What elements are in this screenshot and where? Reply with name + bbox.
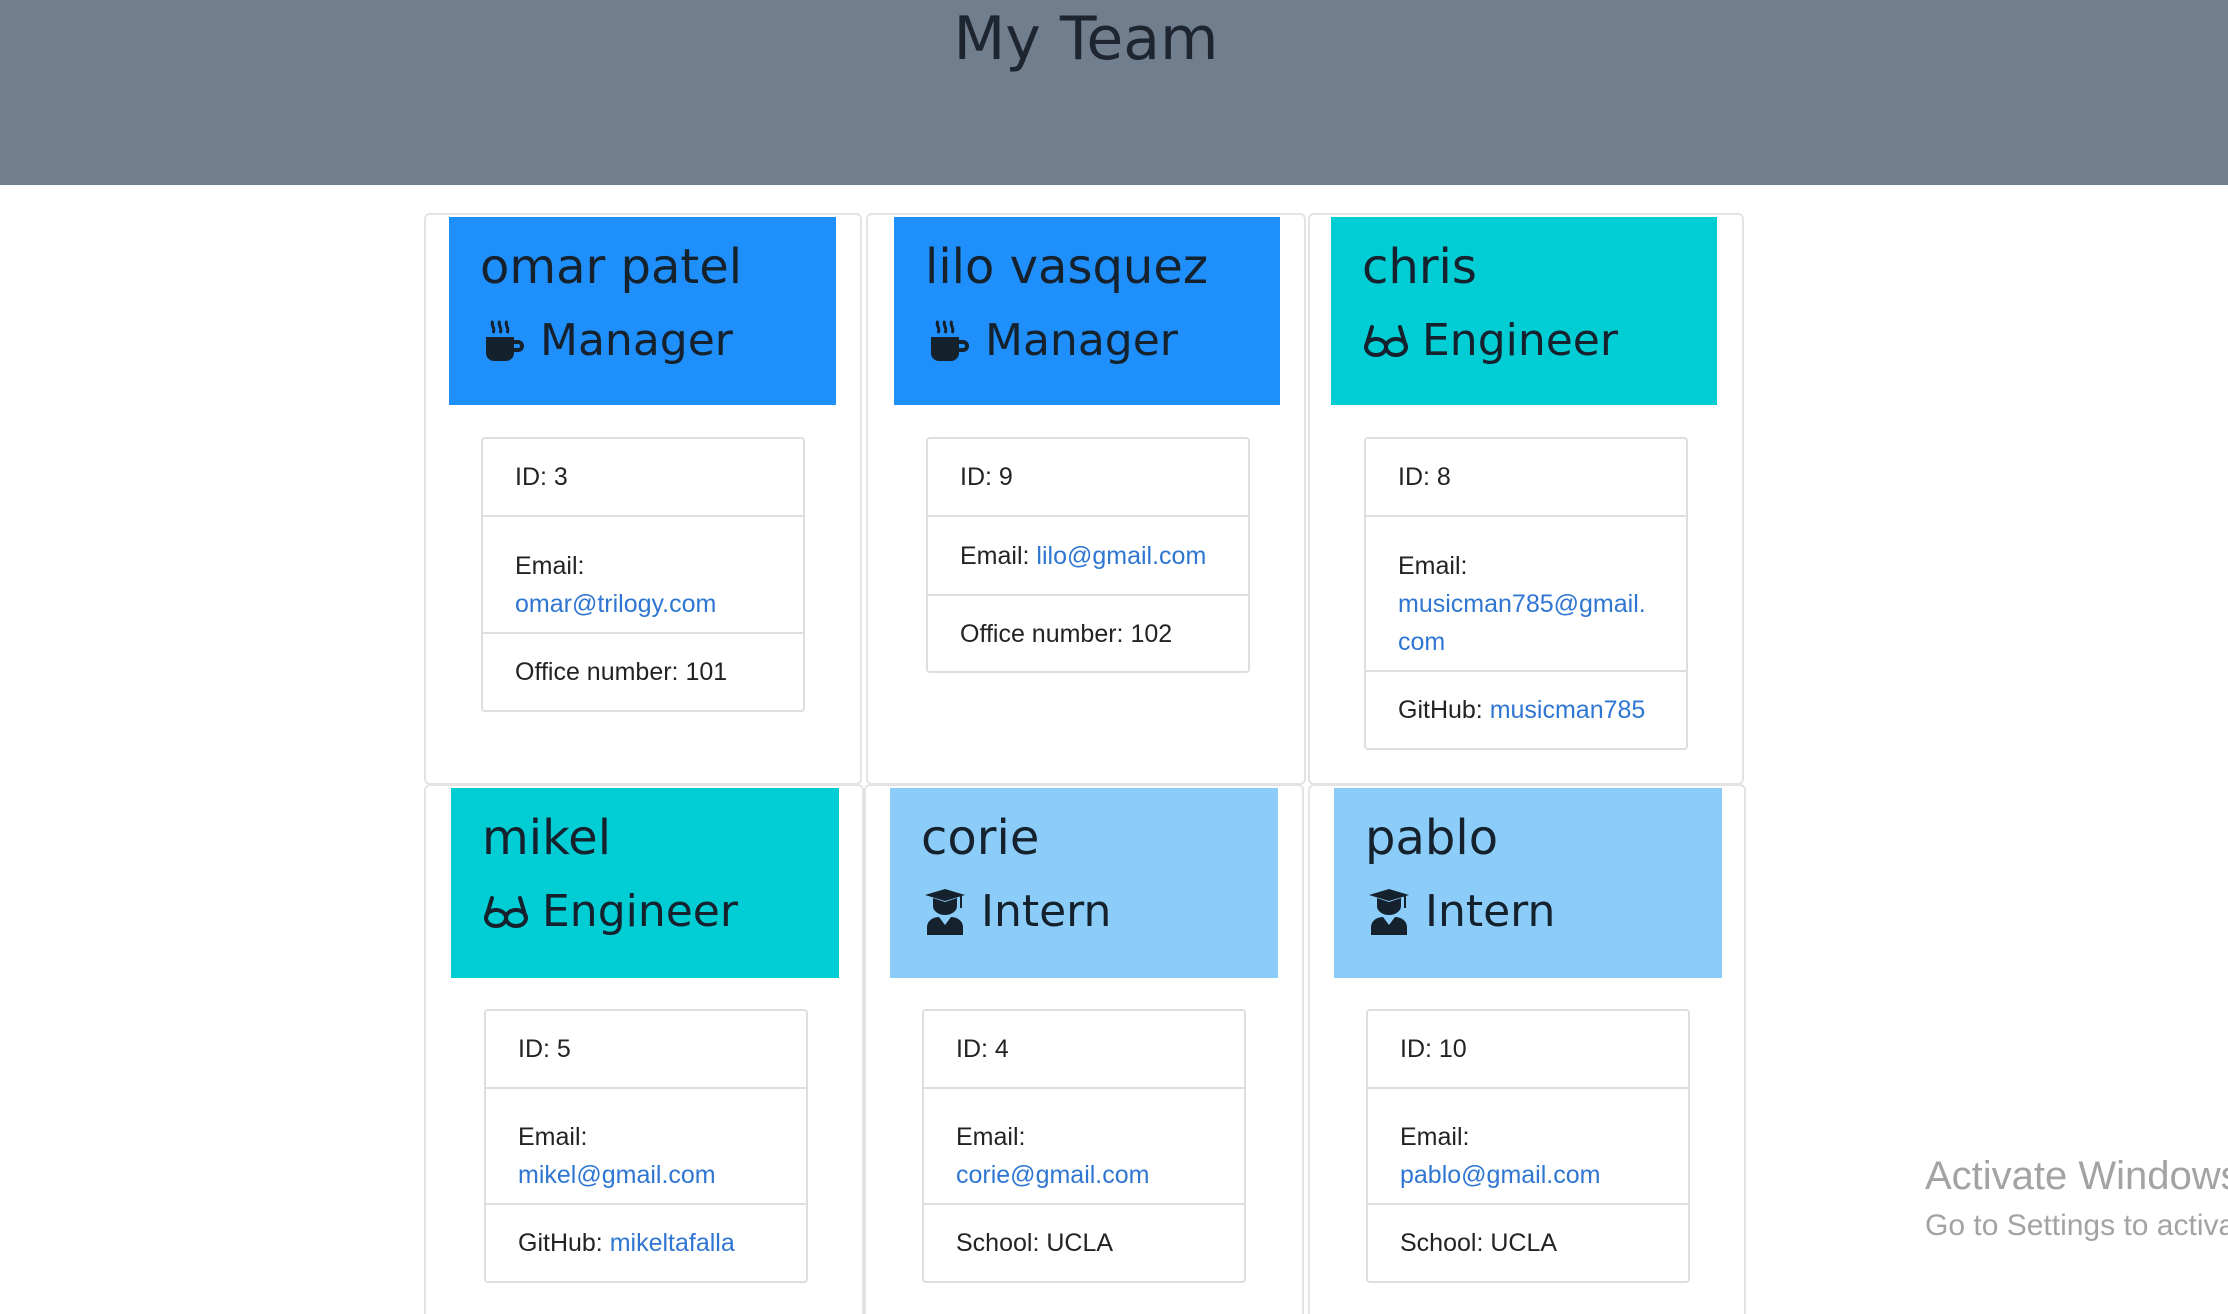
employee-role: Intern bbox=[1365, 884, 1555, 940]
email-link[interactable]: omar@trilogy.com bbox=[515, 585, 771, 623]
email-label: Email: bbox=[1400, 1123, 1477, 1151]
email-item: Email: mikel@gmail.com bbox=[486, 1089, 806, 1205]
id-text: ID: 4 bbox=[956, 1035, 1009, 1063]
school-text: School: UCLA bbox=[1400, 1229, 1558, 1257]
details-list: ID: 4 Email: corie@gmail.com School: UCL… bbox=[922, 1009, 1246, 1283]
id-text: ID: 3 bbox=[515, 463, 568, 491]
employee-name: mikel bbox=[482, 810, 612, 866]
team-card-column: chris Engineer ID: 8 Email: musicman785@… bbox=[1308, 213, 1744, 785]
id-text: ID: 5 bbox=[518, 1035, 571, 1063]
watermark-subtitle: Go to Settings to activate Windows. bbox=[1925, 1209, 2228, 1242]
employee-role: Intern bbox=[921, 884, 1111, 940]
email-link[interactable]: musicman785@gmail.com bbox=[1398, 585, 1654, 661]
employee-name: pablo bbox=[1365, 810, 1499, 866]
employee-name: lilo vasquez bbox=[925, 239, 1209, 295]
github-label: GitHub: bbox=[518, 1229, 610, 1257]
office-number-item: Office number: 101 bbox=[483, 634, 803, 710]
coffee-icon bbox=[931, 320, 969, 361]
github-link[interactable]: musicman785 bbox=[1490, 691, 1646, 729]
email-link[interactable]: lilo@gmail.com bbox=[1036, 537, 1206, 575]
id-item: ID: 9 bbox=[928, 439, 1248, 517]
glasses-icon bbox=[1363, 325, 1409, 357]
role-label: Manager bbox=[985, 315, 1178, 366]
watermark-title: Activate Windows bbox=[1925, 1154, 2228, 1198]
email-item: Email: lilo@gmail.com bbox=[928, 517, 1248, 596]
page: My Team omar patel Manager ID: 3 Email: … bbox=[0, 0, 2228, 1314]
employee-name: chris bbox=[1362, 239, 1477, 295]
card-header: corie Intern bbox=[890, 788, 1278, 978]
employee-name: omar patel bbox=[480, 239, 743, 295]
email-label: Email: bbox=[956, 1123, 1033, 1151]
id-item: ID: 10 bbox=[1368, 1011, 1688, 1089]
id-item: ID: 4 bbox=[924, 1011, 1244, 1089]
role-label: Engineer bbox=[542, 886, 738, 937]
card-header: mikel Engineer bbox=[451, 788, 839, 978]
id-text: ID: 10 bbox=[1400, 1035, 1467, 1063]
email-label: Email: bbox=[1398, 551, 1475, 580]
card-header: omar patel Manager bbox=[449, 217, 836, 405]
details-list: ID: 5 Email: mikel@gmail.com GitHub: mik… bbox=[484, 1009, 808, 1283]
email-label: Email: bbox=[515, 551, 592, 580]
card-header: chris Engineer bbox=[1331, 217, 1717, 405]
role-label: Manager bbox=[540, 315, 733, 366]
team-card-column: lilo vasquez Manager ID: 9 Email: lilo@g… bbox=[866, 213, 1306, 785]
email-item: Email: omar@trilogy.com bbox=[483, 517, 803, 634]
role-label: Intern bbox=[981, 886, 1112, 937]
email-item: Email: musicman785@gmail.com bbox=[1366, 517, 1686, 672]
team-card-column: mikel Engineer ID: 5 Email: mikel@gmail.… bbox=[424, 784, 864, 1314]
page-title: My Team bbox=[953, 4, 1219, 74]
id-text: ID: 9 bbox=[960, 463, 1013, 491]
details-list: ID: 10 Email: pablo@gmail.com School: UC… bbox=[1366, 1009, 1690, 1283]
card-header: lilo vasquez Manager bbox=[894, 217, 1280, 405]
email-link[interactable]: mikel@gmail.com bbox=[518, 1156, 774, 1194]
glasses-icon bbox=[483, 896, 529, 928]
role-label: Engineer bbox=[1422, 315, 1618, 366]
github-link[interactable]: mikeltafalla bbox=[610, 1224, 735, 1262]
id-item: ID: 3 bbox=[483, 439, 803, 517]
details-list: ID: 3 Email: omar@trilogy.com Office num… bbox=[481, 437, 805, 712]
office-number-item: Office number: 102 bbox=[928, 596, 1248, 671]
school-item: School: UCLA bbox=[924, 1205, 1244, 1281]
team-card-column: omar patel Manager ID: 3 Email: omar@tri… bbox=[424, 213, 862, 785]
school-text: School: UCLA bbox=[956, 1229, 1114, 1257]
github-item: GitHub: mikeltafalla bbox=[486, 1205, 806, 1281]
team-card-column: corie Intern ID: 4 Email: corie@gmail.co… bbox=[864, 784, 1304, 1314]
coffee-icon bbox=[486, 320, 524, 361]
employee-role: Engineer bbox=[482, 884, 738, 940]
school-item: School: UCLA bbox=[1368, 1205, 1688, 1281]
details-list: ID: 9 Email: lilo@gmail.com Office numbe… bbox=[926, 437, 1250, 673]
id-item: ID: 8 bbox=[1366, 439, 1686, 517]
details-list: ID: 8 Email: musicman785@gmail.com GitHu… bbox=[1364, 437, 1688, 750]
email-link[interactable]: pablo@gmail.com bbox=[1400, 1156, 1656, 1194]
github-item: GitHub: musicman785 bbox=[1366, 672, 1686, 748]
email-item: Email: corie@gmail.com bbox=[924, 1089, 1244, 1205]
employee-role: Manager bbox=[480, 313, 733, 369]
team-card-column: pablo Intern ID: 10 Email: pablo@gmail.c… bbox=[1308, 784, 1746, 1314]
role-label: Intern bbox=[1425, 886, 1556, 937]
email-label: Email: bbox=[960, 541, 1037, 570]
office-number-text: Office number: 101 bbox=[515, 658, 728, 686]
id-item: ID: 5 bbox=[486, 1011, 806, 1089]
email-link[interactable]: corie@gmail.com bbox=[956, 1156, 1212, 1194]
card-header: pablo Intern bbox=[1334, 788, 1722, 978]
email-label: Email: bbox=[518, 1123, 595, 1151]
github-label: GitHub: bbox=[1398, 696, 1490, 724]
office-number-text: Office number: 102 bbox=[960, 619, 1173, 648]
graduate-icon bbox=[1369, 889, 1409, 935]
employee-name: corie bbox=[921, 810, 1040, 866]
employee-role: Engineer bbox=[1362, 313, 1618, 369]
activate-windows-watermark: Activate Windows Go to Settings to activ… bbox=[1925, 1148, 2228, 1246]
graduate-icon bbox=[925, 889, 965, 935]
email-item: Email: pablo@gmail.com bbox=[1368, 1089, 1688, 1205]
employee-role: Manager bbox=[925, 313, 1178, 369]
id-text: ID: 8 bbox=[1398, 463, 1451, 491]
header-banner: My Team bbox=[0, 0, 2228, 185]
